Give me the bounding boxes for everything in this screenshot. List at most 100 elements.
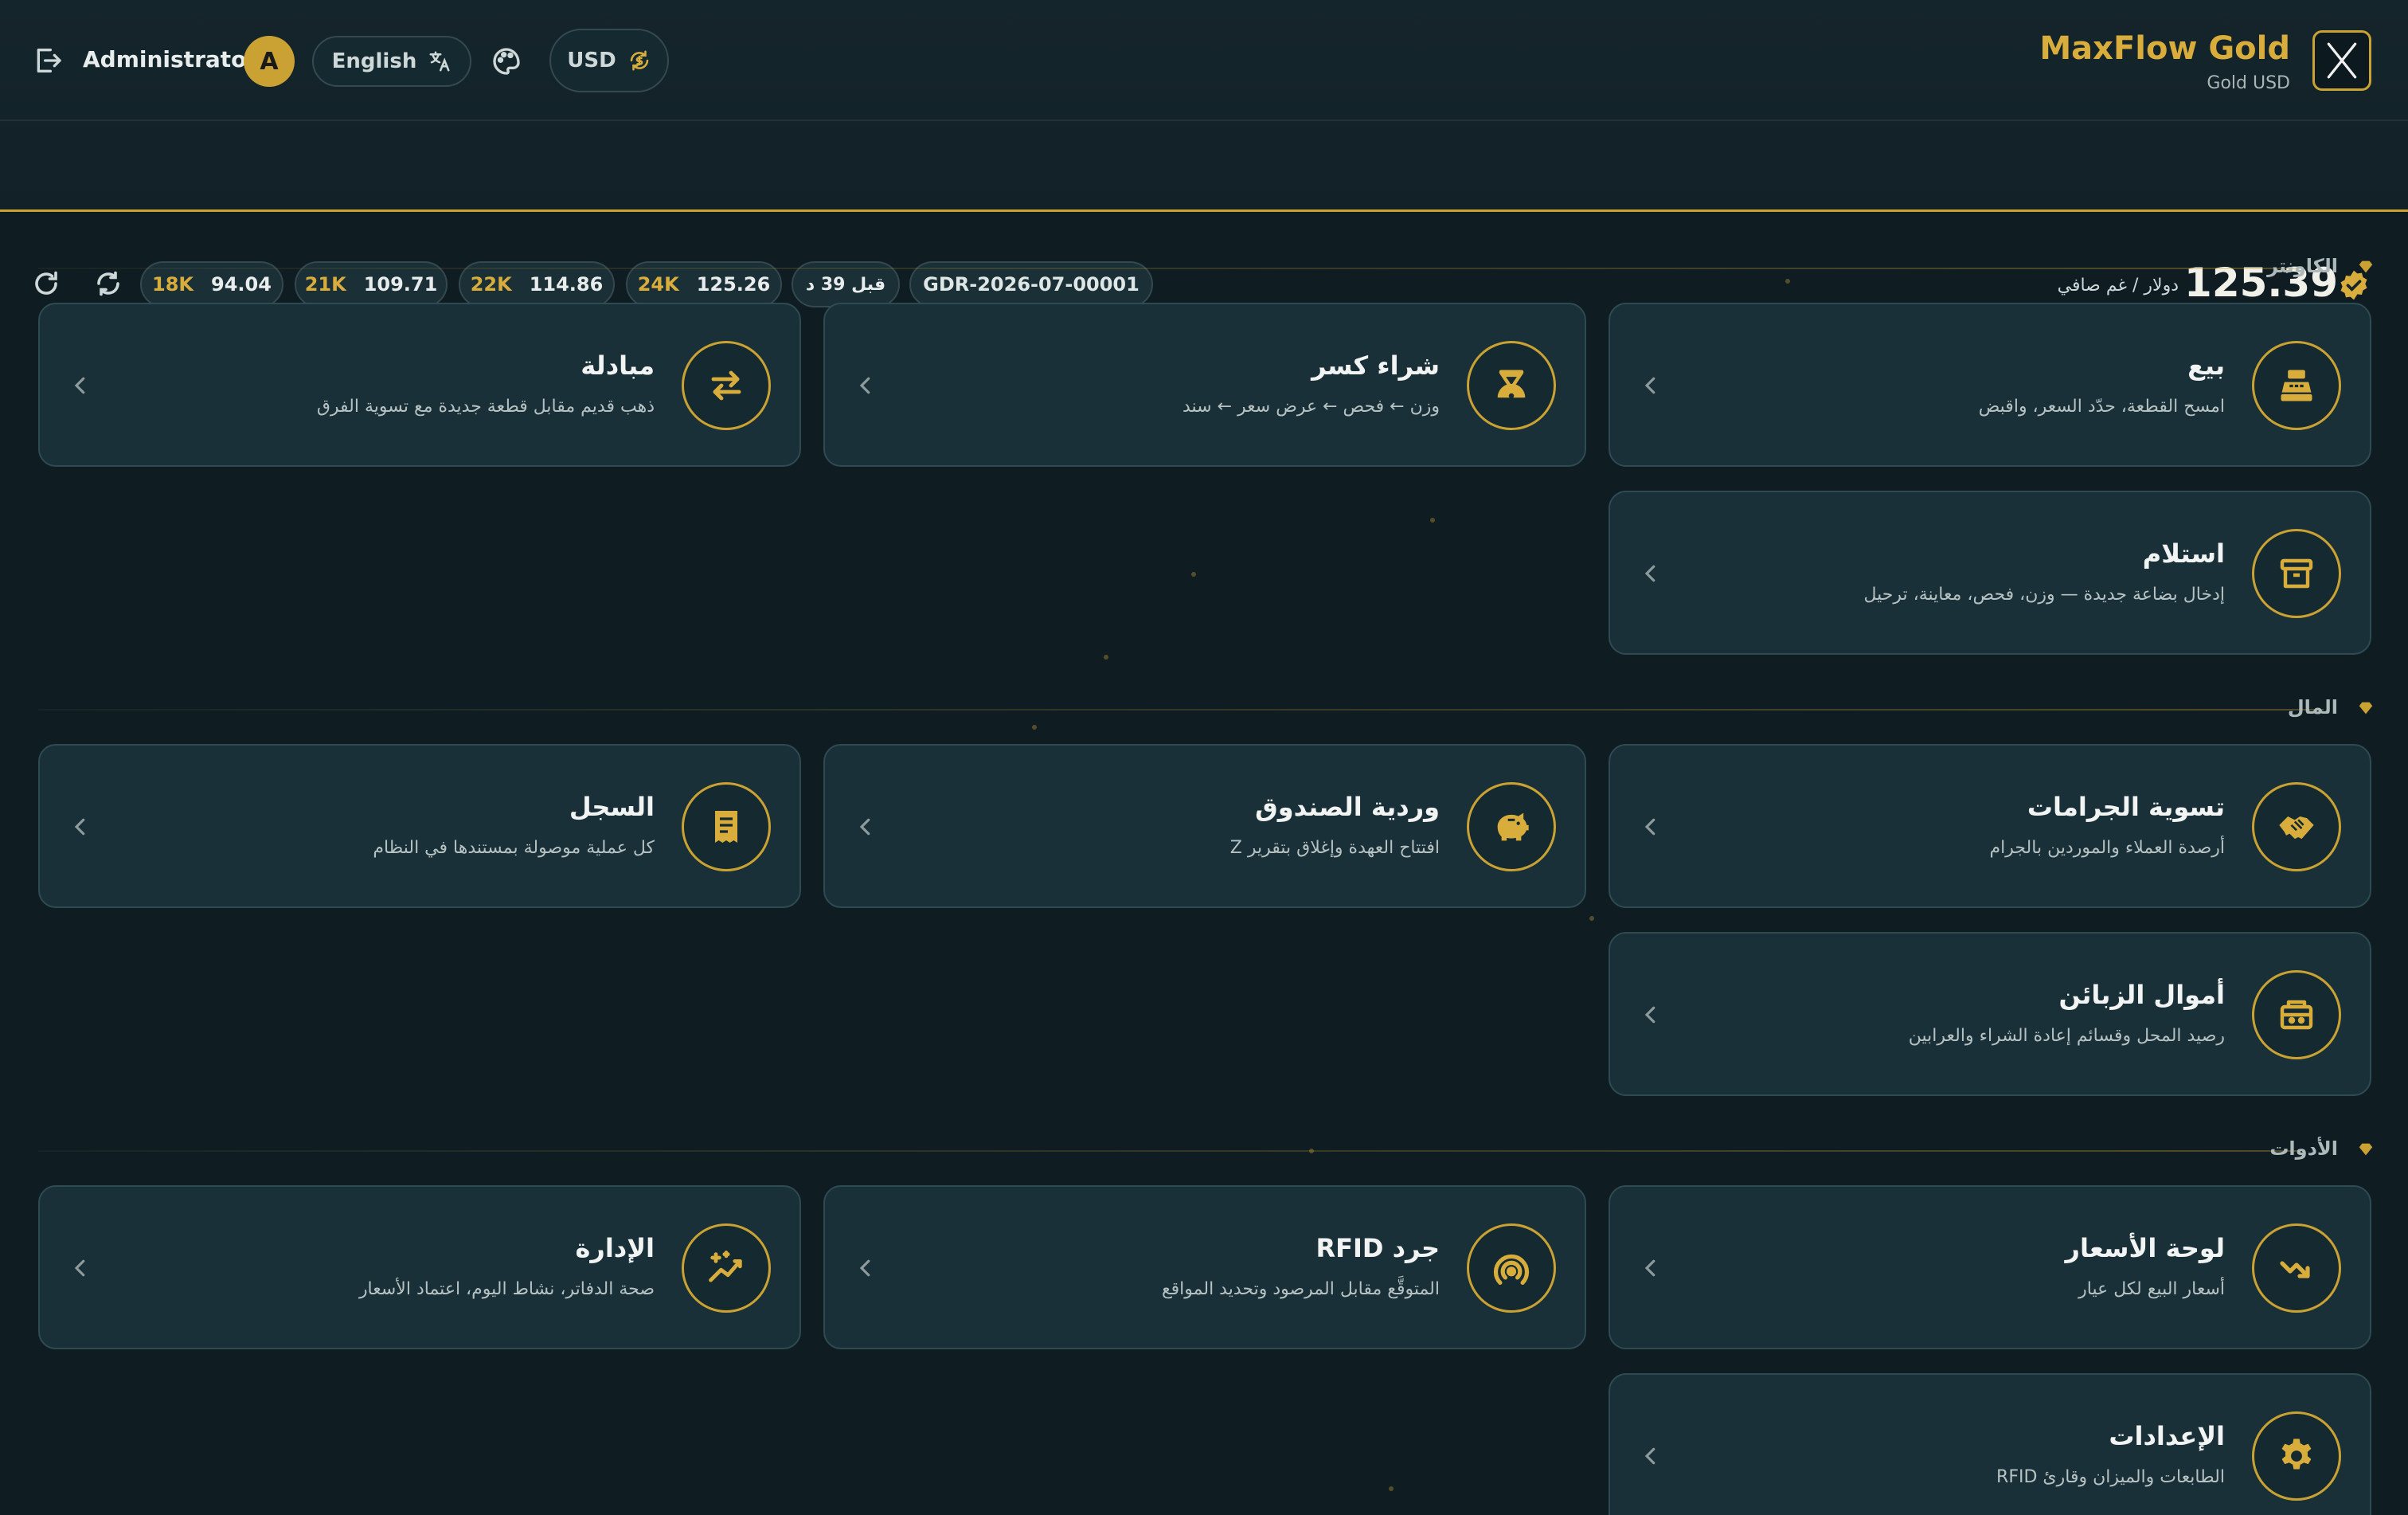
language-button[interactable]: English xyxy=(312,36,471,87)
currency-button[interactable]: USD xyxy=(549,29,669,92)
card-description: ذهب قديم مقابل قطعة جديدة مع تسوية الفرق xyxy=(316,397,655,417)
decor-dot xyxy=(1785,279,1790,284)
card-title: شراء كسر xyxy=(1312,350,1440,381)
section-gem-icon xyxy=(2359,260,2373,273)
palette-icon[interactable] xyxy=(491,45,522,77)
decor-dot xyxy=(1430,518,1435,523)
swap-icon xyxy=(711,370,741,401)
karat-value: 94.04 xyxy=(211,273,272,296)
card-icon-wrap xyxy=(1467,782,1556,871)
scale-icon xyxy=(1497,370,1526,399)
card-cash-shift[interactable]: وردية الصندوق افتتاح العهدة وإغلاق بتقري… xyxy=(823,744,1586,908)
card-rfid-inventory[interactable]: جرد RFID المتوقَّع مقابل المرصود وتحديد … xyxy=(823,1185,1586,1349)
card-icon-wrap xyxy=(682,782,771,871)
card-title: تسوية الجرامات xyxy=(2027,792,2225,822)
card-ledger[interactable]: السجل كل عملية موصولة بمستندها في النظام xyxy=(38,744,801,908)
chevron-left-icon xyxy=(859,1259,870,1277)
card-description: أسعار البيع لكل عيار xyxy=(2078,1279,2225,1299)
card-title: جرد RFID xyxy=(1315,1233,1440,1263)
card-buy-scrap[interactable]: شراء كسر وزن ← فحص ← عرض سعر ← سند xyxy=(823,303,1586,467)
logo-x-icon xyxy=(2327,42,2357,79)
price-ticker-row: 18K 94.04 21K 109.71 22K 114.86 24K 125.… xyxy=(0,119,2408,307)
card-description: امسح القطعة، حدّد السعر، واقبض xyxy=(1978,397,2225,417)
card-exchange[interactable]: مبادلة ذهب قديم مقابل قطعة جديدة مع تسوي… xyxy=(38,303,801,467)
section-title-money: المال xyxy=(2287,696,2338,718)
chevron-left-icon xyxy=(1644,1447,1656,1465)
karat-value: 114.86 xyxy=(529,273,604,296)
card-icon-wrap xyxy=(682,1223,771,1313)
gear-icon xyxy=(2281,1439,2312,1470)
card-icon-wrap xyxy=(1467,1223,1556,1313)
section-title-tools: الأدوات xyxy=(2269,1137,2338,1160)
card-icon-wrap xyxy=(2252,970,2341,1059)
section-gem-icon xyxy=(2359,702,2373,714)
card-description: كل عملية موصولة بمستندها في النظام xyxy=(373,838,655,858)
currency-label: USD xyxy=(567,49,616,72)
card-title: وردية الصندوق xyxy=(1255,792,1440,822)
language-label: English xyxy=(331,49,417,73)
card-title: بيع xyxy=(2187,350,2225,381)
chevron-left-icon xyxy=(1644,1259,1656,1277)
card-icon-wrap xyxy=(2252,782,2341,871)
card-title: استلام xyxy=(2142,538,2225,569)
receipt-icon xyxy=(715,811,737,843)
decor-dot xyxy=(1589,916,1594,921)
card-gram-settlement[interactable]: تسوية الجرامات أرصدة العملاء والموردين ب… xyxy=(1609,744,2371,908)
piggy-bank-icon xyxy=(1497,812,1529,841)
card-description: إدخال بضاعة جديدة — وزن، فحص، معاينة، تر… xyxy=(1863,585,2225,605)
logout-icon[interactable] xyxy=(32,45,64,76)
karat-value: 125.26 xyxy=(696,273,771,296)
refresh-icon[interactable] xyxy=(32,269,61,298)
translate-icon xyxy=(429,51,450,72)
card-management[interactable]: الإدارة صحة الدفاتر، نشاط اليوم، اعتماد … xyxy=(38,1185,801,1349)
chevron-left-icon xyxy=(1644,565,1656,582)
section-title-counter: الكاونتر xyxy=(2267,255,2338,277)
header-top-row: Administrator A English USD MaxFlow Gold… xyxy=(0,0,2408,119)
karat-label: 18K xyxy=(152,273,194,296)
app-header: Administrator A English USD MaxFlow Gold… xyxy=(0,0,2408,307)
karat-label: 24K xyxy=(637,273,679,296)
card-description: أرصدة العملاء والموردين بالجرام xyxy=(1989,838,2225,858)
brand-subtitle: Gold USD xyxy=(2207,73,2290,93)
trend-icon xyxy=(2280,1261,2310,1278)
card-title: السجل xyxy=(569,792,655,822)
decor-dot xyxy=(1104,655,1108,660)
card-title: الإعدادات xyxy=(2109,1421,2225,1451)
chevron-left-icon xyxy=(1644,377,1656,394)
avatar[interactable]: A xyxy=(244,36,295,87)
card-price-board[interactable]: لوحة الأسعار أسعار البيع لكل عيار xyxy=(1609,1185,2371,1349)
chevron-left-icon xyxy=(1644,818,1656,836)
card-sell[interactable]: بيع امسح القطعة، حدّد السعر، واقبض xyxy=(1609,303,2371,467)
card-settings[interactable]: الإعدادات الطابعات والميزان وقارئ RFID xyxy=(1609,1373,2371,1515)
brand-name: MaxFlow Gold xyxy=(2039,30,2290,67)
register-icon xyxy=(2281,370,2312,401)
card-description: رصيد المحل وقسائم إعادة الشراء والعرابين xyxy=(1908,1026,2225,1046)
sparkle-chart-icon xyxy=(709,1251,742,1282)
card-title: مبادلة xyxy=(580,350,655,381)
card-description: الطابعات والميزان وقارئ RFID xyxy=(1996,1467,2225,1487)
card-icon-wrap xyxy=(2252,341,2341,430)
sync-icon[interactable] xyxy=(94,269,123,298)
wallet-icon xyxy=(2280,1000,2313,1030)
karat-label: 21K xyxy=(304,273,346,296)
card-icon-wrap xyxy=(682,341,771,430)
chevron-left-icon xyxy=(74,818,85,836)
decor-dot xyxy=(1191,572,1196,577)
card-receiving[interactable]: استلام إدخال بضاعة جديدة — وزن، فحص، معا… xyxy=(1609,491,2371,655)
section-divider xyxy=(38,1150,2300,1152)
decor-dot xyxy=(1389,1486,1394,1491)
section-divider xyxy=(38,709,2324,711)
card-title: الإدارة xyxy=(575,1233,655,1263)
card-icon-wrap xyxy=(2252,529,2341,618)
card-customer-funds[interactable]: أموال الزبائن رصيد المحل وقسائم إعادة ال… xyxy=(1609,932,2371,1096)
card-description: صحة الدفاتر، نشاط اليوم، اعتماد الأسعار xyxy=(358,1279,655,1299)
currency-swap-icon xyxy=(630,50,648,71)
chevron-left-icon xyxy=(859,377,870,394)
card-description: افتتاح العهدة وإغلاق بتقرير Z xyxy=(1229,838,1440,858)
karat-value: 109.71 xyxy=(363,273,438,296)
card-description: وزن ← فحص ← عرض سعر ← سند xyxy=(1182,397,1440,417)
handshake-icon xyxy=(2279,816,2314,840)
brand-logo xyxy=(2312,30,2371,91)
karat-label: 22K xyxy=(470,273,512,296)
archive-icon xyxy=(2280,558,2313,589)
